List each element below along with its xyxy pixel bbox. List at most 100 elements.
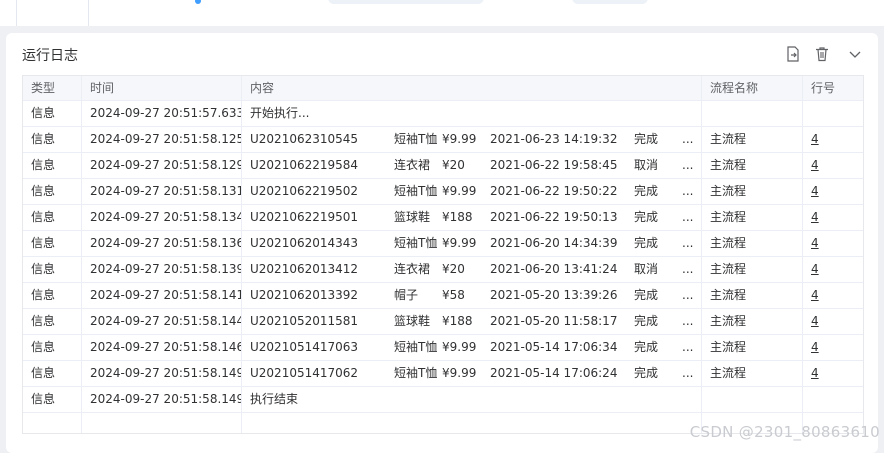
order-date: 2021-05-14 17:06:34 [490, 340, 618, 354]
cell-time: 2024-09-27 20:51:57.633 [82, 101, 242, 126]
price: ¥20 [442, 158, 465, 172]
more-ellipsis: ... [682, 184, 694, 198]
delete-icon[interactable] [813, 45, 831, 63]
cell-time: 2024-09-27 20:51:58.141 [82, 283, 242, 308]
price: ¥9.99 [442, 184, 477, 198]
divider [88, 0, 89, 26]
cell-content: 开始执行... [242, 101, 702, 126]
table-row[interactable]: 信息 2024-09-27 20:51:58.146 U2021051417063 短… [23, 335, 863, 361]
line-number-link[interactable]: 4 [811, 288, 819, 302]
partial-field [572, 0, 648, 4]
line-number-link[interactable]: 4 [811, 366, 819, 380]
table-row[interactable]: 信息 2024-09-27 20:51:58.149 U2021051417062 短… [23, 361, 863, 387]
order-date: 2021-06-22 19:58:45 [490, 158, 618, 172]
table-row[interactable]: 信息 2024-09-27 20:51:58.134 U2021062219501 篮… [23, 205, 863, 231]
cell-flow-name: 主流程 [702, 309, 803, 334]
table-row[interactable]: 信息 2024-09-27 20:51:58.144 U2021052011581 篮… [23, 309, 863, 335]
column-header-content[interactable]: 内容 [242, 76, 702, 100]
more-ellipsis: ... [682, 366, 694, 380]
export-icon[interactable] [784, 45, 802, 63]
order-id: U2021062310545 [250, 132, 359, 146]
cell-type: 信息 [23, 335, 82, 360]
empty-cell [82, 413, 242, 433]
line-number-link[interactable]: 4 [811, 132, 819, 146]
order-id: U2021062013412 [250, 262, 359, 276]
line-number-link[interactable]: 4 [811, 340, 819, 354]
table-row[interactable]: 信息 2024-09-27 20:51:58.131 U2021062219502 短… [23, 179, 863, 205]
chevron-down-icon[interactable] [846, 45, 864, 63]
order-date: 2021-05-20 11:58:17 [490, 314, 618, 328]
cell-content: U2021062219501 篮球鞋 ¥188 2021-06-22 19:50:13… [242, 205, 702, 230]
cell-type: 信息 [23, 127, 82, 152]
price: ¥9.99 [442, 366, 477, 380]
table-row[interactable]: 信息 2024-09-27 20:51:58.149 执行结束 [23, 387, 863, 413]
cell-time: 2024-09-27 20:51:58.149 [82, 387, 242, 412]
table-row[interactable]: 信息 2024-09-27 20:51:58.125 U2021062310545 短… [23, 127, 863, 153]
empty-cell [23, 413, 82, 433]
product-name: 短袖T恤 [394, 366, 438, 380]
cell-line-number [803, 101, 863, 126]
price: ¥188 [442, 314, 473, 328]
cell-time: 2024-09-27 20:51:58.136 [82, 231, 242, 256]
table-row[interactable]: 信息 2024-09-27 20:51:57.633 开始执行... [23, 101, 863, 127]
product-name: 篮球鞋 [394, 210, 431, 224]
price: ¥20 [442, 262, 465, 276]
cell-content: U2021062013412 连衣裙 ¥20 2021-06-20 13:41:24 取… [242, 257, 702, 282]
column-header-type[interactable]: 类型 [23, 76, 82, 100]
order-status: 完成 [634, 210, 659, 224]
table-row[interactable]: 信息 2024-09-27 20:51:58.139 U2021062013412 连… [23, 257, 863, 283]
empty-cell [242, 413, 702, 433]
product-name: 连衣裙 [394, 158, 431, 172]
cell-time: 2024-09-27 20:51:58.125 [82, 127, 242, 152]
line-number-link[interactable]: 4 [811, 314, 819, 328]
more-ellipsis: ... [682, 158, 694, 172]
cell-time: 2024-09-27 20:51:58.149 [82, 361, 242, 386]
cell-flow-name: 主流程 [702, 205, 803, 230]
column-header-time[interactable]: 时间 [82, 76, 242, 100]
cell-time: 2024-09-27 20:51:58.144 [82, 309, 242, 334]
order-id: U2021062219502 [250, 184, 359, 198]
cell-type: 信息 [23, 205, 82, 230]
order-date: 2021-06-22 19:50:13 [490, 210, 618, 224]
cell-line-number: 4 [803, 179, 863, 204]
cell-type: 信息 [23, 179, 82, 204]
cell-type: 信息 [23, 283, 82, 308]
cell-type: 信息 [23, 309, 82, 334]
cell-content: U2021062219502 短袖T恤 ¥9.99 2021-06-22 19:50:… [242, 179, 702, 204]
product-name: 短袖T恤 [394, 340, 438, 354]
more-ellipsis: ... [682, 340, 694, 354]
order-status: 完成 [634, 132, 659, 146]
table-row[interactable]: 信息 2024-09-27 20:51:58.141 U2021062013392 帽… [23, 283, 863, 309]
price: ¥9.99 [442, 236, 477, 250]
order-id: U2021062013392 [250, 288, 359, 302]
line-number-link[interactable]: 4 [811, 262, 819, 276]
line-number-link[interactable]: 4 [811, 236, 819, 250]
more-ellipsis: ... [682, 314, 694, 328]
cell-time: 2024-09-27 20:51:58.139 [82, 257, 242, 282]
order-date: 2021-06-20 13:41:24 [490, 262, 618, 276]
product-name: 短袖T恤 [394, 132, 438, 146]
order-id: U2021062219501 [250, 210, 359, 224]
table-header: 类型 时间 内容 流程名称 行号 [23, 76, 863, 101]
cell-content: U2021062219584 连衣裙 ¥20 2021-06-22 19:58:45 取… [242, 153, 702, 178]
order-status: 取消 [634, 262, 659, 276]
order-date: 2021-06-23 14:19:32 [490, 132, 618, 146]
cell-line-number: 4 [803, 153, 863, 178]
cell-time: 2024-09-27 20:51:58.131 [82, 179, 242, 204]
line-number-link[interactable]: 4 [811, 210, 819, 224]
cell-type: 信息 [23, 387, 82, 412]
cell-line-number: 4 [803, 127, 863, 152]
table-row[interactable]: 信息 2024-09-27 20:51:58.136 U2021062014343 短… [23, 231, 863, 257]
cell-time: 2024-09-27 20:51:58.146 [82, 335, 242, 360]
line-number-link[interactable]: 4 [811, 158, 819, 172]
column-header-line[interactable]: 行号 [803, 76, 863, 100]
cell-flow-name [702, 101, 803, 126]
table-row[interactable]: 信息 2024-09-27 20:51:58.129 U2021062219584 连… [23, 153, 863, 179]
log-table: 类型 时间 内容 流程名称 行号 信息 2024-09-27 20:51:57.6… [22, 75, 864, 434]
cell-line-number: 4 [803, 335, 863, 360]
column-header-flow[interactable]: 流程名称 [702, 76, 803, 100]
order-status: 完成 [634, 236, 659, 250]
order-date: 2021-06-22 19:50:22 [490, 184, 618, 198]
line-number-link[interactable]: 4 [811, 184, 819, 198]
order-status: 完成 [634, 314, 659, 328]
